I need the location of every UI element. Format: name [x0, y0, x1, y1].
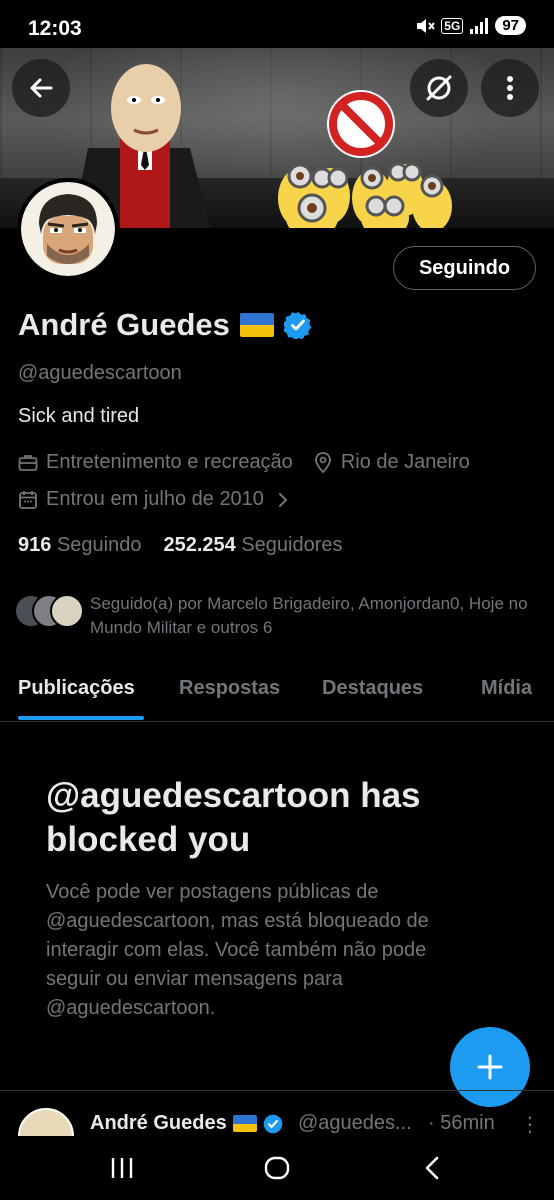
profile-joined-date: Entrou em julho de 2010	[46, 488, 264, 510]
tweet-more-button[interactable]: ⋮	[520, 1112, 540, 1136]
tweet-handle: @aguedes...	[298, 1112, 412, 1134]
following-stat[interactable]: 916 Seguindo	[18, 534, 141, 557]
home-button[interactable]	[257, 1150, 297, 1186]
profile-name: André Guedes	[18, 307, 230, 342]
profile-location: Rio de Janeiro	[340, 451, 470, 473]
network-label: 5G	[441, 17, 464, 34]
tab-media[interactable]: Mídia	[481, 677, 532, 700]
profile-meta-row-2[interactable]: Entrou em julho de 2010	[18, 488, 290, 511]
followed-by-section[interactable]: Seguido(a) por Marcelo Brigadeiro, Amonj…	[14, 592, 530, 640]
status-icons: 5G 97	[415, 16, 526, 35]
mute-icon	[417, 18, 436, 33]
ukraine-flag-icon	[239, 313, 274, 337]
grok-icon	[426, 75, 452, 101]
followers-count: 252.254	[163, 534, 236, 556]
briefcase-icon	[18, 454, 38, 471]
profile-tabs: Publicações Respostas Destaques Mídia	[0, 662, 554, 722]
profile-category: Entretenimento e recreação	[46, 451, 293, 473]
profile-avatar[interactable]	[17, 178, 119, 280]
system-nav-bar	[0, 1136, 554, 1200]
recent-apps-icon	[111, 1158, 133, 1178]
avatar-cartoon-image	[21, 182, 115, 276]
more-vertical-icon	[507, 76, 513, 100]
followers-stat[interactable]: 252.254 Seguidores	[163, 534, 342, 557]
grok-button[interactable]	[410, 59, 468, 117]
battery-indicator: 97	[495, 16, 526, 35]
calendar-icon	[19, 490, 37, 509]
blocked-description: Você pode ver postagens públicas de @agu…	[46, 881, 429, 1019]
location-pin-icon	[314, 451, 331, 473]
followed-by-text: Seguido(a) por Marcelo Brigadeiro, Amonj…	[90, 594, 528, 637]
recent-apps-button[interactable]	[102, 1150, 142, 1186]
tab-posts[interactable]: Publicações	[18, 677, 135, 700]
tab-replies[interactable]: Respostas	[179, 677, 280, 700]
tweet-preview[interactable]: André Guedes @aguedes... · 56min ⋮	[0, 1100, 554, 1136]
signal-icon	[470, 17, 489, 34]
home-icon	[264, 1156, 290, 1180]
nav-back-button[interactable]	[412, 1150, 452, 1186]
followed-by-avatars	[14, 592, 84, 628]
following-count: 916	[18, 534, 52, 556]
profile-bio: Sick and tired	[18, 405, 140, 427]
active-tab-indicator	[18, 716, 144, 720]
profile-meta-row-1: Entretenimento e recreação Rio de Janeir…	[18, 451, 470, 474]
tweet-avatar[interactable]	[18, 1108, 74, 1136]
follower-avatar-3	[50, 594, 84, 628]
following-button[interactable]: Seguindo	[393, 246, 536, 290]
profile-handle: @aguedescartoon	[18, 362, 182, 384]
status-bar: 12:03 5G 97	[0, 0, 554, 48]
back-button[interactable]	[12, 59, 70, 117]
profile-stats: 916 Seguindo 252.254 Seguidores	[18, 534, 343, 557]
feed-divider	[0, 1090, 554, 1091]
tweet-author-name: André Guedes	[90, 1112, 227, 1134]
plus-icon	[477, 1054, 503, 1080]
chevron-right-icon	[278, 492, 288, 507]
tweet-author: André Guedes	[90, 1112, 283, 1135]
profile-name-row: André Guedes	[18, 307, 312, 343]
compose-fab-button[interactable]	[450, 1027, 530, 1107]
followers-label: Seguidores	[241, 534, 343, 556]
blocked-title: @aguedescartoon has blocked you	[46, 776, 421, 859]
ukraine-flag-icon	[232, 1115, 257, 1132]
back-nav-icon	[425, 1156, 439, 1180]
more-options-button[interactable]	[481, 59, 539, 117]
tab-highlights[interactable]: Destaques	[322, 677, 423, 700]
verified-badge-icon	[263, 1114, 282, 1133]
status-time: 12:03	[28, 17, 82, 40]
back-arrow-icon	[30, 78, 53, 98]
verified-badge-icon[interactable]	[283, 311, 312, 339]
tweet-time: · 56min	[428, 1112, 495, 1134]
following-label: Seguindo	[56, 534, 142, 556]
